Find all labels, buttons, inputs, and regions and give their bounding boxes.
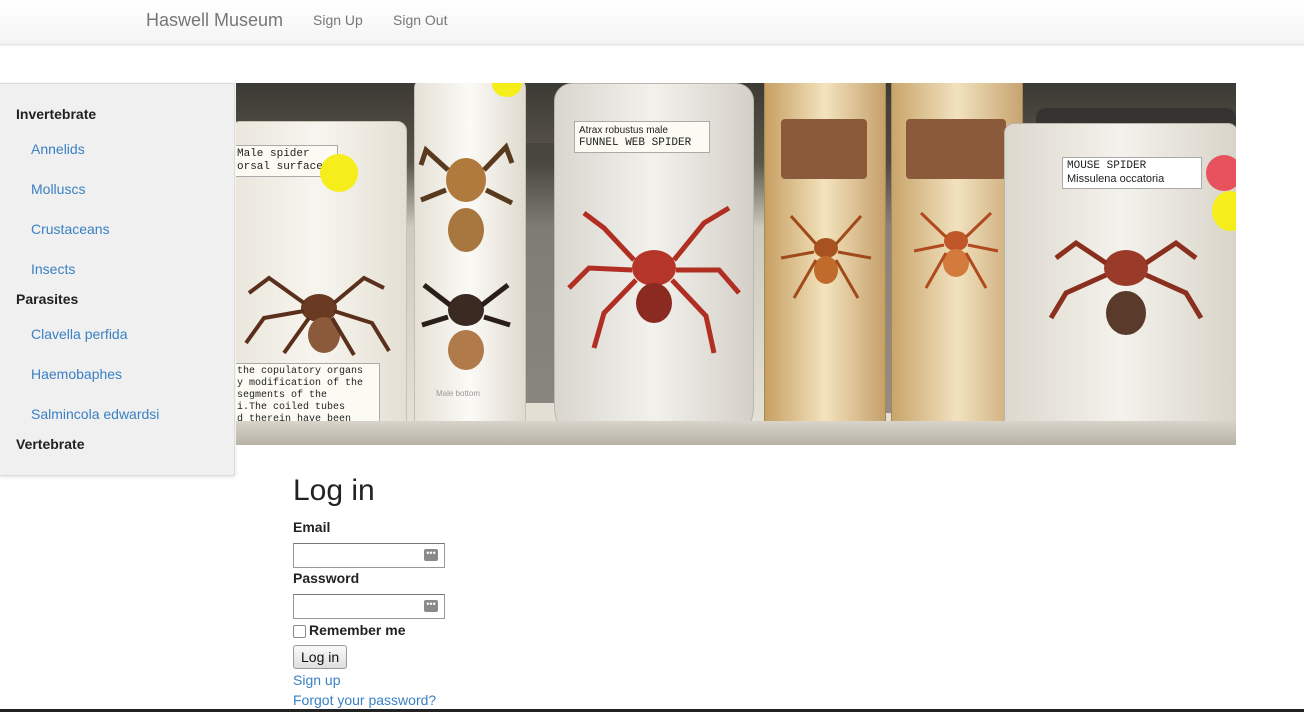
spider-specimen [421, 283, 511, 370]
spider-specimen [1048, 239, 1204, 335]
key-autofill-icon[interactable]: ••• [424, 549, 438, 561]
shelf [236, 421, 1236, 445]
password-field[interactable]: ••• [293, 594, 445, 619]
yellow-marker-dot [320, 154, 358, 192]
spider-specimen [418, 142, 515, 252]
forgot-password-link[interactable]: Forgot your password? [293, 692, 436, 708]
password-label: Password [293, 570, 360, 586]
spider-specimen [244, 275, 391, 357]
top-navbar: Haswell Museum Sign Up Sign Out [0, 0, 1304, 45]
brand-link[interactable]: Haswell Museum [146, 10, 283, 31]
remember-me-checkbox[interactable] [293, 625, 306, 638]
email-label: Email [293, 519, 331, 535]
spider-specimen [780, 215, 872, 299]
nav-sign-up-link[interactable]: Sign Up [313, 12, 363, 28]
remember-me-label[interactable]: Remember me [309, 622, 406, 638]
sidebar-item-clavella-perfida[interactable]: Clavella perfida [31, 326, 128, 342]
spider-specimen [913, 211, 999, 289]
jar-lid [781, 119, 867, 179]
login-submit-button[interactable]: Log in [293, 645, 348, 669]
sidebar-item-annelids[interactable]: Annelids [31, 141, 85, 157]
jar-bottom-text: Male bottom [436, 389, 481, 398]
sign-up-link[interactable]: Sign up [293, 672, 340, 688]
nav-sign-out-link[interactable]: Sign Out [393, 12, 447, 28]
sidebar-category-parasites[interactable]: Parasites [16, 291, 78, 307]
sidebar-item-haemobaphes[interactable]: Haemobaphes [31, 366, 122, 382]
sidebar-category-invertebrate[interactable]: Invertebrate [16, 106, 96, 122]
login-title: Log in [293, 474, 375, 507]
sidebar-item-crustaceans[interactable]: Crustaceans [31, 221, 110, 237]
key-autofill-icon[interactable]: ••• [424, 600, 438, 612]
sidebar-item-molluscs[interactable]: Molluscs [31, 181, 85, 197]
sidebar-item-insects[interactable]: Insects [31, 261, 75, 277]
email-field[interactable]: ••• [293, 543, 445, 568]
sidebar-item-salmincola-edwardsi[interactable]: Salmincola edwardsi [31, 406, 159, 422]
specimen-label: Atrax robustus male FUNNEL WEB SPIDER [574, 121, 710, 153]
red-marker-dot [1206, 155, 1236, 191]
spider-specimen [567, 205, 741, 354]
category-sidebar: Invertebrate Annelids Molluscs Crustacea… [0, 83, 235, 476]
sidebar-category-vertebrate[interactable]: Vertebrate [16, 436, 84, 452]
specimen-label: MOUSE SPIDER Missulena occatoria [1062, 157, 1202, 189]
specimen-banner-image: Male spider orsal surface the copulatory… [236, 83, 1236, 445]
jar-lid [906, 119, 1006, 179]
